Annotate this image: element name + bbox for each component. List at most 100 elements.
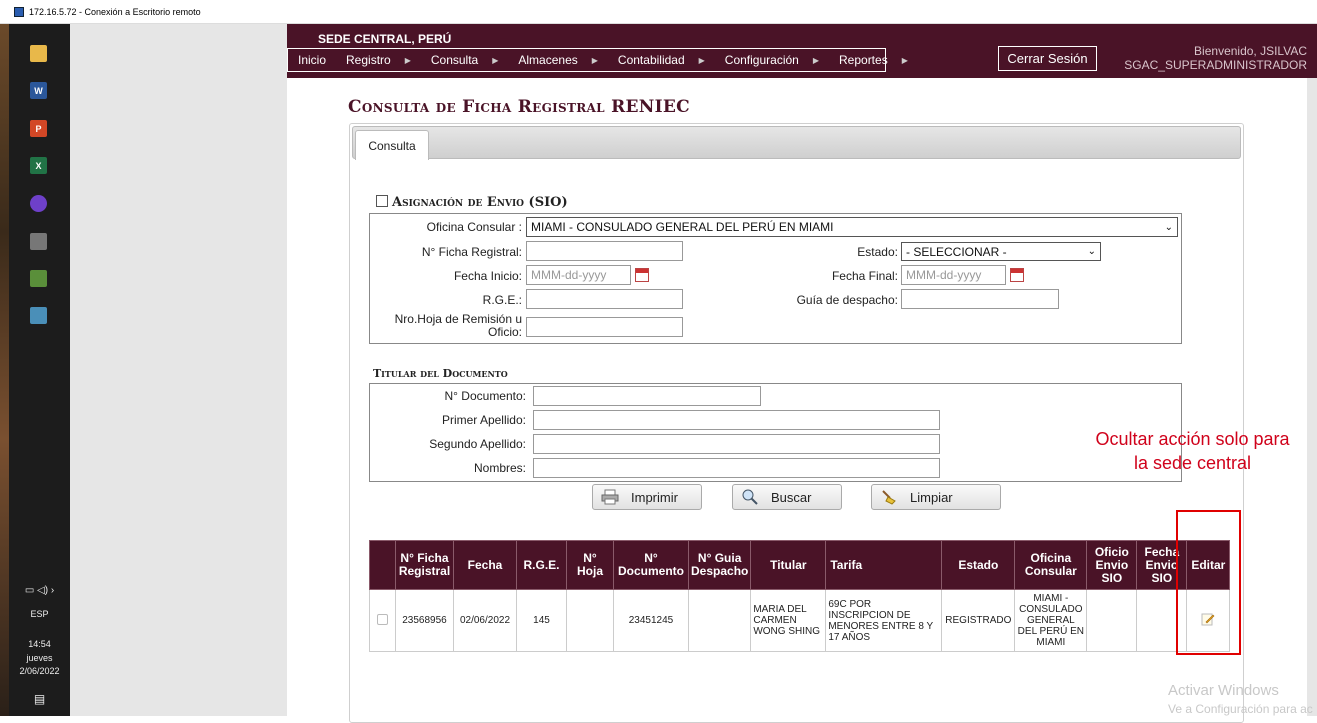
hoja-label-line2: Oficio: <box>487 325 522 339</box>
header-titular: Titular <box>750 540 827 590</box>
fecha-inicio-label: Fecha Inicio: <box>453 269 522 283</box>
menu-contabilidad[interactable]: Contabilidad ▶ <box>608 49 715 71</box>
clear-label: Limpiar <box>910 489 953 505</box>
titular-section-title: Titular del Documento <box>373 367 508 380</box>
main-menu: Inicio Registro ▶ Consulta ▶ Almacenes ▶ Co… <box>287 48 908 72</box>
ficha-input[interactable] <box>526 241 683 261</box>
welcome-role: SGAC_SUPERADMINISTRADOR <box>1124 58 1307 72</box>
documento-input[interactable] <box>533 386 761 406</box>
row-checkbox[interactable] <box>377 613 388 625</box>
notification-icon[interactable]: ▤ <box>9 692 70 706</box>
segundo-apellido-label: Segundo Apellido: <box>429 437 526 451</box>
logout-button[interactable]: Cerrar Sesión <box>998 46 1097 71</box>
rdp-icon <box>14 6 24 17</box>
header-rge: R.G.E. <box>516 540 567 590</box>
powerpoint-icon[interactable]: P <box>30 120 47 137</box>
hoja-label: Nro.Hoja de Remisión u Oficio: <box>372 313 522 339</box>
header-estado: Estado <box>941 540 1016 590</box>
cell-oficina: MIAMI - CONSULADO GENERAL DEL PERÚ EN MI… <box>1014 589 1088 652</box>
documento-label: N° Documento: <box>444 389 527 403</box>
menu-configuracion[interactable]: Configuración ▶ <box>715 49 829 71</box>
browser-margin-right <box>1307 78 1317 716</box>
header-fecha: Fecha <box>453 540 517 590</box>
nombres-input[interactable] <box>533 458 940 478</box>
header-documento: N° Documento <box>613 540 689 590</box>
page-title: Consulta de Ficha Registral RENIEC <box>348 97 690 117</box>
header-ficha: N° Ficha Registral <box>395 540 454 590</box>
clear-button[interactable]: Limpiar <box>871 484 1001 510</box>
tools-icon[interactable] <box>30 233 47 250</box>
row-select-cell[interactable] <box>369 589 396 652</box>
sede-label: SEDE CENTRAL, PERÚ <box>318 32 452 46</box>
welcome-user: Bienvenido, JSILVAC <box>1194 44 1307 58</box>
oficina-select[interactable]: MIAMI - CONSULADO GENERAL DEL PERÚ EN MI… <box>526 217 1178 237</box>
printer-icon <box>601 489 619 505</box>
fecha-final-input[interactable]: MMM-dd-yyyy <box>901 265 1006 285</box>
app-icon[interactable] <box>30 270 47 287</box>
search-icon <box>741 489 759 505</box>
clock-date: 2/06/2022 <box>19 666 60 676</box>
header-oficina: Oficina Consular <box>1014 540 1088 590</box>
print-button[interactable]: Imprimir <box>592 484 702 510</box>
sql-icon[interactable] <box>30 307 47 324</box>
excel-icon[interactable]: X <box>30 157 47 174</box>
table-header-row: N° Ficha Registral Fecha R.G.E. N° Hoja … <box>369 540 1231 590</box>
rge-input[interactable] <box>526 289 683 309</box>
chevron-down-icon: ⌄ <box>1164 221 1173 233</box>
cell-tarifa: 69C POR INSCRIPCION DE MENORES ENTRE 8 Y… <box>825 589 943 652</box>
github-icon[interactable] <box>30 195 47 212</box>
oficina-label: Oficina Consular : <box>426 220 522 234</box>
menu-consulta[interactable]: Consulta ▶ <box>421 49 509 71</box>
fecha-final-label: Fecha Final: <box>831 269 898 283</box>
search-button[interactable]: Buscar <box>732 484 842 510</box>
ficha-label: N° Ficha Registral: <box>421 245 522 259</box>
primer-apellido-label: Primer Apellido: <box>441 413 526 427</box>
header-guia: N° Guia Despacho <box>687 540 752 590</box>
cell-fecha: 02/06/2022 <box>453 589 517 652</box>
cell-hoja <box>566 589 614 652</box>
menu-almacenes[interactable]: Almacenes ▶ <box>508 49 608 71</box>
header-tarifa: Tarifa <box>825 540 943 590</box>
menu-registro[interactable]: Registro ▶ <box>336 49 421 71</box>
browser-margin-left <box>70 24 287 716</box>
watermark-line2: Ve a Configuración para ac <box>1168 702 1313 716</box>
word-icon[interactable]: W <box>30 82 47 99</box>
app-header: SEDE CENTRAL, PERÚ Inicio Registro ▶ Cons… <box>287 24 1317 78</box>
guia-input[interactable] <box>901 289 1059 309</box>
estado-select[interactable]: - SELECCIONAR - ⌄ <box>901 242 1101 261</box>
cell-documento: 23451245 <box>613 589 689 652</box>
tab-strip <box>352 126 1241 159</box>
oficina-value: MIAMI - CONSULADO GENERAL DEL PERÚ EN MI… <box>531 220 834 234</box>
primer-apellido-input[interactable] <box>533 410 940 430</box>
broom-icon <box>880 489 898 505</box>
chevron-down-icon: ⌄ <box>1087 246 1096 257</box>
envio-checkbox[interactable] <box>376 195 388 207</box>
file-explorer-icon[interactable] <box>30 45 47 62</box>
cell-estado: REGISTRADO <box>941 589 1016 652</box>
calendar-icon[interactable] <box>1010 268 1024 282</box>
cell-rge: 145 <box>516 589 567 652</box>
calendar-icon[interactable] <box>635 268 649 282</box>
cell-guia <box>687 589 752 652</box>
nombres-label: Nombres: <box>473 461 526 475</box>
language-indicator[interactable]: ESP <box>9 609 70 619</box>
menu-inicio[interactable]: Inicio <box>288 49 336 71</box>
welcome-text: Bienvenido, JSILVAC SGAC_SUPERADMINISTRA… <box>1124 44 1307 72</box>
watermark-line1: Activar Windows <box>1168 682 1279 699</box>
menu-reportes[interactable]: Reportes ▶ <box>829 49 918 71</box>
hoja-input[interactable] <box>526 317 683 337</box>
search-label: Buscar <box>771 489 812 505</box>
desktop-wallpaper-strip <box>0 24 9 716</box>
tab-consulta[interactable]: Consulta <box>355 130 429 160</box>
cell-oficio-sio <box>1086 589 1138 652</box>
clock-time[interactable]: 14:54 <box>9 639 70 649</box>
segundo-apellido-input[interactable] <box>533 434 940 454</box>
header-select <box>369 540 396 590</box>
tray-icons[interactable]: ▭ ◁) › <box>9 585 70 596</box>
windows-activation-watermark: Activar Windows Ve a Configuración para … <box>1168 682 1313 718</box>
rge-label: R.G.E.: <box>482 293 522 307</box>
fecha-inicio-input[interactable]: MMM-dd-yyyy <box>526 265 631 285</box>
table-row[interactable]: 23568956 02/06/2022 145 23451245 MARIA D… <box>369 589 1231 652</box>
annotation-note: Ocultar acción solo para la sede central <box>1095 429 1290 473</box>
header-oficio-sio: Oficio Envio SIO <box>1086 540 1138 590</box>
